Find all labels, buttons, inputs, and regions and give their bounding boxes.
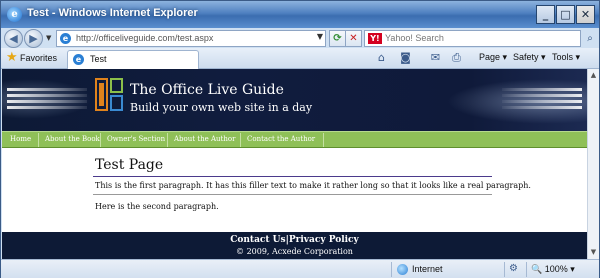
- title-bar[interactable]: e Test - Windows Internet Explorer _ □ ✕: [1, 1, 599, 28]
- search-icon[interactable]: ⌕: [582, 30, 598, 47]
- paragraph-1: This is the first paragraph. It has this…: [95, 181, 531, 190]
- page-icon: e: [60, 33, 71, 44]
- print-icon[interactable]: ⎙: [450, 51, 463, 64]
- menu-item-about-book[interactable]: About the Book: [45, 135, 100, 143]
- minimize-button[interactable]: _: [536, 5, 555, 24]
- menu-item-about-author[interactable]: About the Author: [174, 135, 235, 143]
- site-tagline: Build your own web site in a day: [130, 101, 313, 114]
- header-stripes-right: [502, 88, 582, 112]
- site-footer: Contact Us|Privacy Policy © 2009, Acxede…: [2, 232, 587, 259]
- status-bar: Internet ⚙ 🔍 100% ▾: [1, 259, 599, 278]
- site-logo[interactable]: [95, 78, 123, 111]
- paragraph-divider: [93, 194, 492, 195]
- security-zone[interactable]: Internet: [412, 264, 443, 274]
- menu-item-home[interactable]: Home: [10, 135, 31, 143]
- recent-pages-dropdown-icon[interactable]: ▼: [46, 34, 51, 42]
- back-button[interactable]: ◀: [4, 29, 23, 48]
- address-dropdown-icon[interactable]: ▼: [317, 32, 323, 41]
- tab-page-icon: e: [73, 54, 84, 65]
- zoom-level[interactable]: 🔍 100% ▾: [531, 264, 575, 275]
- vertical-scrollbar[interactable]: ▲ ▼: [587, 69, 599, 259]
- footer-links[interactable]: Contact Us|Privacy Policy: [2, 235, 587, 245]
- back-arrow-icon: ◀: [9, 32, 18, 45]
- site-header: The Office Live Guide Build your own web…: [2, 69, 587, 131]
- internet-explorer-icon: e: [7, 7, 22, 22]
- scroll-down-icon[interactable]: ▼: [588, 247, 599, 258]
- search-box[interactable]: Y! Yahoo! Search: [364, 30, 581, 47]
- favorites-star-icon[interactable]: ★: [6, 50, 18, 65]
- tab-label: Test: [90, 54, 107, 64]
- feeds-icon[interactable]: ◙: [399, 51, 412, 64]
- site-menu: Home About the Book Owner's Section Abou…: [2, 131, 587, 148]
- favorites-button[interactable]: Favorites: [20, 53, 57, 63]
- heading-rule: [93, 176, 492, 177]
- address-row: ◀ ▶ ▼ e http://officeliveguide.com/test.…: [1, 28, 599, 48]
- close-button[interactable]: ✕: [576, 5, 595, 24]
- protected-mode-icon[interactable]: ⚙: [509, 263, 518, 274]
- page-heading: Test Page: [95, 157, 164, 173]
- header-stripes-left: [7, 88, 87, 112]
- page-viewport: The Office Live Guide Build your own web…: [2, 69, 587, 259]
- menu-item-contact-author[interactable]: Contact the Author: [247, 135, 315, 143]
- window-title: Test - Windows Internet Explorer: [27, 7, 198, 19]
- refresh-icon: ⟳: [333, 33, 342, 44]
- scroll-up-icon[interactable]: ▲: [588, 70, 599, 81]
- read-mail-icon[interactable]: ✉: [429, 51, 442, 64]
- home-icon[interactable]: ⌂: [375, 51, 388, 64]
- paragraph-2: Here is the second paragraph.: [95, 202, 219, 211]
- maximize-button[interactable]: □: [556, 5, 575, 24]
- internet-zone-icon: [397, 264, 408, 275]
- tools-menu[interactable]: Tools ▾: [552, 52, 580, 63]
- tab-test[interactable]: e Test: [67, 50, 199, 69]
- forward-arrow-icon: ▶: [29, 32, 38, 45]
- favorites-row: ★ Favorites e Test ⌂ ◙ ✉ ⎙ Page ▾ Safety…: [1, 48, 599, 69]
- page-menu[interactable]: Page ▾: [479, 52, 507, 63]
- search-input[interactable]: Yahoo! Search: [385, 33, 444, 43]
- address-input[interactable]: http://officeliveguide.com/test.aspx: [76, 33, 213, 43]
- address-bar[interactable]: e http://officeliveguide.com/test.aspx ▼: [56, 30, 326, 47]
- page-content: Test Page This is the first paragraph. I…: [2, 148, 587, 232]
- zoom-value: 100%: [544, 264, 568, 274]
- site-title: The Office Live Guide: [130, 82, 284, 98]
- browser-window: e Test - Windows Internet Explorer _ □ ✕…: [0, 0, 600, 278]
- menu-item-owners-section[interactable]: Owner's Section: [107, 135, 165, 143]
- yahoo-search-icon: Y!: [368, 33, 382, 44]
- stop-button[interactable]: ✕: [345, 30, 362, 47]
- stop-icon: ✕: [349, 33, 358, 44]
- safety-menu[interactable]: Safety ▾: [513, 52, 546, 63]
- footer-copyright: © 2009, Acxede Corporation: [236, 247, 353, 256]
- refresh-button[interactable]: ⟳: [329, 30, 346, 47]
- forward-button[interactable]: ▶: [24, 29, 43, 48]
